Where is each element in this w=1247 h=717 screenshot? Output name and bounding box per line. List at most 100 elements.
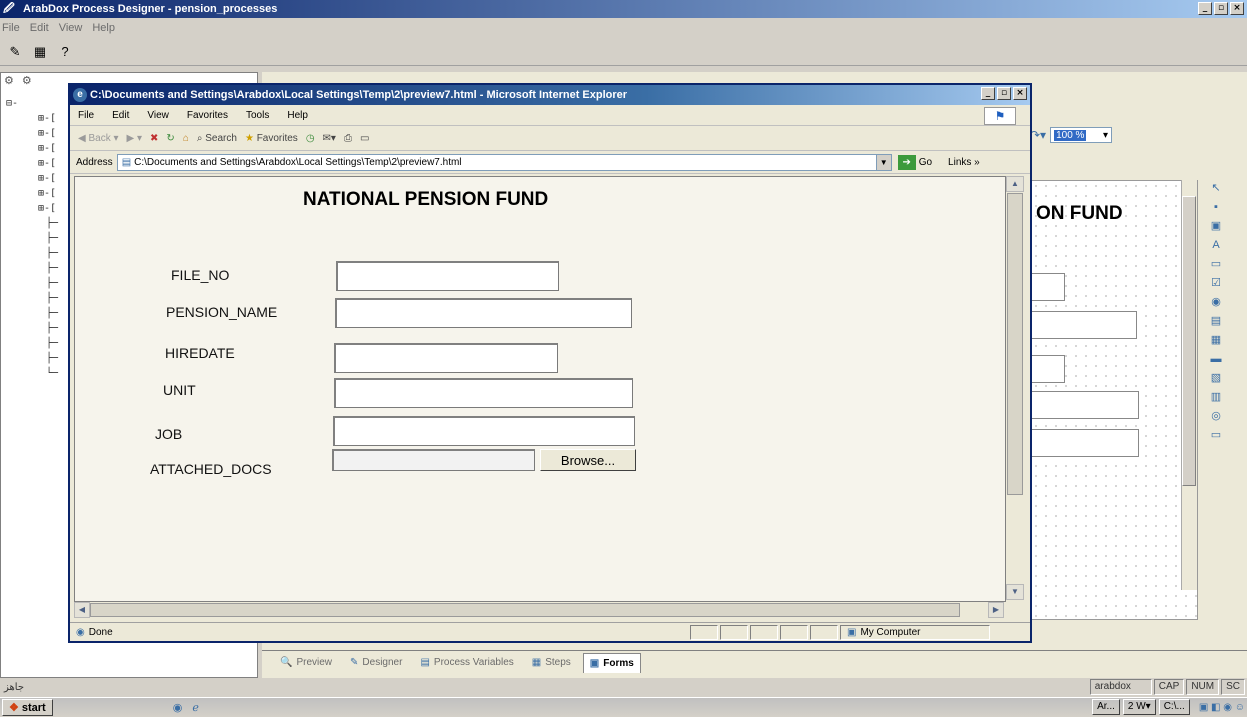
history-icon[interactable]: ◷ — [306, 133, 315, 144]
help-button[interactable]: ? — [54, 41, 76, 63]
unit-input[interactable] — [334, 378, 633, 408]
hscroll-thumb[interactable] — [90, 603, 960, 617]
ie-menu-file[interactable]: File — [78, 110, 94, 121]
job-input[interactable] — [333, 416, 635, 446]
ie-menu-view[interactable]: View — [147, 110, 169, 121]
favorites-button[interactable]: ★ Favorites — [245, 133, 298, 144]
file-no-input[interactable] — [336, 261, 559, 291]
print-icon[interactable]: ⎙ — [344, 133, 352, 144]
pointer-icon[interactable]: ↖ — [1208, 180, 1224, 196]
tree-node[interactable]: └─ — [46, 368, 58, 379]
tree-tool-icon[interactable]: ⚙ — [4, 74, 14, 94]
text-icon[interactable]: A — [1208, 237, 1224, 253]
tree-node[interactable]: ⊞-[ — [38, 173, 56, 184]
ie-minimize-button[interactable]: _ — [981, 87, 995, 100]
ie-menu-favorites[interactable]: Favorites — [187, 110, 228, 121]
home-icon[interactable]: ⌂ — [183, 133, 189, 144]
tab-designer[interactable]: ✎ Designer — [344, 653, 408, 673]
back-button[interactable]: ◀ Back ▾ — [78, 133, 119, 144]
tab-forms[interactable]: ▣ Forms — [582, 652, 641, 673]
task-explorer[interactable]: 2 W▾ — [1122, 699, 1156, 715]
task-ie[interactable]: C:\... — [1158, 699, 1190, 715]
refresh-icon[interactable]: ↻ — [166, 133, 174, 144]
image-icon[interactable]: ▣ — [1208, 218, 1224, 234]
scroll-thumb[interactable] — [1007, 193, 1023, 495]
quick-launch-icon[interactable]: ◉ — [173, 701, 183, 714]
ie-horizontal-scrollbar[interactable]: ◀ ▶ — [74, 602, 1006, 618]
form-design-canvas[interactable] — [1030, 180, 1198, 620]
picture-icon[interactable]: ▧ — [1208, 370, 1224, 386]
tree-node[interactable]: ⊟- — [6, 98, 18, 109]
forward-button[interactable]: ▶ ▾ — [127, 133, 143, 144]
attached-docs-input[interactable] — [332, 449, 535, 471]
tree-tool-icon[interactable]: ⚙ — [22, 74, 32, 94]
address-dropdown-icon[interactable]: ▼ — [875, 155, 891, 170]
go-button[interactable]: ➔ Go — [897, 155, 932, 170]
tab-preview[interactable]: 🔍 Preview — [274, 653, 338, 673]
tree-node[interactable]: ├─ — [46, 293, 58, 304]
start-button[interactable]: ❖ start — [2, 699, 53, 716]
scroll-up-icon[interactable]: ▲ — [1006, 176, 1024, 192]
ie-quick-launch-icon[interactable]: ℯ — [192, 701, 199, 714]
redo-icon[interactable]: ↷▾ — [1030, 128, 1046, 142]
listbox-icon[interactable]: ▤ — [1208, 313, 1224, 329]
textbox-icon[interactable]: ▬ — [1208, 351, 1224, 367]
table-icon[interactable]: ▥ — [1208, 389, 1224, 405]
edit-icon[interactable]: ▭ — [360, 133, 369, 144]
close-button[interactable]: × — [1230, 2, 1244, 15]
canvas-field[interactable] — [1031, 429, 1139, 457]
frame-icon[interactable]: ▭ — [1208, 256, 1224, 272]
tree-node[interactable]: ⊞-[ — [38, 158, 56, 169]
tree-node[interactable]: ⊞-[ — [38, 188, 56, 199]
ie-menu-tools[interactable]: Tools — [246, 110, 269, 121]
scroll-right-icon[interactable]: ▶ — [988, 602, 1004, 618]
scroll-left-icon[interactable]: ◀ — [74, 602, 90, 618]
tree-node[interactable]: ⊞-[ — [38, 113, 56, 124]
tree-node[interactable]: ├─ — [46, 353, 58, 364]
browse-button[interactable]: Browse... — [540, 449, 636, 471]
ie-vertical-scrollbar[interactable]: ▲ ▼ — [1006, 176, 1024, 602]
maximize-button[interactable]: ▫ — [1214, 2, 1228, 15]
ie-close-button[interactable]: × — [1013, 87, 1027, 100]
menu-help[interactable]: Help — [92, 22, 115, 34]
tree-node[interactable]: ⊞-[ — [38, 128, 56, 139]
links-button[interactable]: Links » — [948, 157, 980, 168]
ie-menu-help[interactable]: Help — [287, 110, 308, 121]
address-input[interactable]: ▤ C:\Documents and Settings\Arabdox\Loca… — [116, 154, 892, 171]
search-button[interactable]: ⌕ Search — [197, 133, 237, 144]
tab-process-variables[interactable]: ▤ Process Variables — [414, 653, 519, 673]
ie-menu-edit[interactable]: Edit — [112, 110, 129, 121]
zoom-select[interactable]: 100 % ▾ — [1050, 127, 1113, 143]
design-tool-icon[interactable]: ✎ — [4, 41, 26, 63]
button-icon[interactable]: ▭ — [1208, 427, 1224, 443]
hiredate-input[interactable] — [334, 343, 558, 373]
tab-steps[interactable]: ▦ Steps — [526, 653, 577, 673]
layout-icon[interactable]: ▦ — [29, 41, 51, 63]
canvas-field[interactable] — [1031, 311, 1137, 339]
attachment-icon[interactable]: ◎ — [1208, 408, 1224, 424]
mail-icon[interactable]: ✉▾ — [323, 133, 336, 144]
tree-node[interactable]: ├─ — [46, 308, 58, 319]
scroll-down-icon[interactable]: ▼ — [1006, 584, 1024, 600]
canvas-field[interactable] — [1031, 273, 1065, 301]
grid-icon[interactable]: ▦ — [1208, 332, 1224, 348]
menu-edit[interactable]: Edit — [30, 22, 49, 34]
canvas-field[interactable] — [1031, 391, 1139, 419]
minimize-button[interactable]: _ — [1198, 2, 1212, 15]
canvas-field[interactable] — [1031, 355, 1065, 383]
radio-icon[interactable]: ◉ — [1208, 294, 1224, 310]
tree-node[interactable]: ├─ — [46, 218, 58, 229]
menu-file[interactable]: File — [2, 22, 20, 34]
canvas-scroll-thumb[interactable] — [1182, 196, 1196, 486]
tree-node[interactable]: ├─ — [46, 248, 58, 259]
ie-maximize-button[interactable]: ▫ — [997, 87, 1011, 100]
tree-node[interactable]: ├─ — [46, 278, 58, 289]
tree-node[interactable]: ├─ — [46, 233, 58, 244]
tree-node[interactable]: ⊞-[ — [38, 143, 56, 154]
tree-node[interactable]: ├─ — [46, 263, 58, 274]
task-arabdox[interactable]: Ar... — [1092, 699, 1120, 715]
tree-node[interactable]: ├─ — [46, 323, 58, 334]
tree-node[interactable]: ⊞-[ — [38, 203, 56, 214]
lock-icon[interactable]: ▪ — [1208, 199, 1224, 215]
menu-view[interactable]: View — [59, 22, 83, 34]
